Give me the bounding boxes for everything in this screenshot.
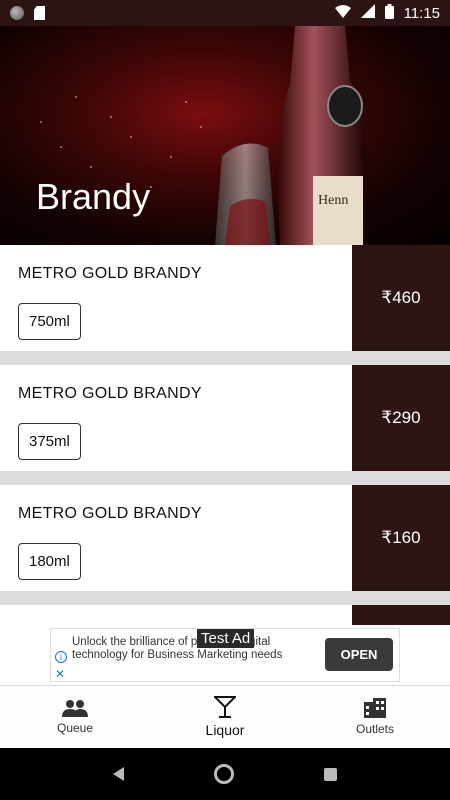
- size-badge: 180ml: [18, 543, 81, 580]
- cocktail-glass-icon: [214, 696, 236, 718]
- svg-text:Henn: Henn: [318, 193, 348, 208]
- category-header: Henn Brandy: [0, 26, 450, 245]
- list-item-partial[interactable]: [0, 605, 450, 625]
- product-name: METRO GOLD BRANDY: [18, 265, 202, 282]
- list-item[interactable]: METRO GOLD BRANDY 375ml ₹290: [0, 365, 450, 471]
- product-name: METRO GOLD BRANDY: [18, 505, 202, 522]
- list-item[interactable]: METRO GOLD BRANDY 750ml ₹460: [0, 245, 450, 351]
- system-navigation-bar: [0, 748, 450, 800]
- notification-icon: [10, 6, 24, 20]
- status-bar: 11:15: [0, 0, 450, 26]
- nav-outlets[interactable]: Outlets: [300, 686, 450, 748]
- back-icon[interactable]: [113, 767, 124, 781]
- price-label: ₹160: [352, 485, 450, 591]
- ad-close-icon[interactable]: ✕: [55, 667, 65, 681]
- nav-outlets-label: Outlets: [355, 722, 394, 736]
- ad-banner-container: i ✕ Unlock the brilliance of proximity d…: [0, 625, 450, 685]
- bottom-navigation: Queue Liquor Outlets: [0, 685, 450, 748]
- ad-info-icon[interactable]: i: [55, 651, 67, 663]
- ad-banner[interactable]: i ✕ Unlock the brilliance of proximity d…: [50, 628, 400, 682]
- nav-liquor[interactable]: Liquor: [150, 686, 300, 748]
- battery-icon: [384, 3, 394, 23]
- sd-card-icon: [34, 6, 45, 20]
- size-badge: 750ml: [18, 303, 81, 340]
- ad-open-button[interactable]: OPEN: [325, 638, 393, 671]
- cell-signal-icon: [360, 4, 375, 22]
- nav-queue[interactable]: Queue: [0, 686, 150, 748]
- nav-queue-label: Queue: [56, 721, 94, 735]
- clock: 11:15: [403, 4, 440, 22]
- size-badge: 375ml: [18, 423, 81, 460]
- home-icon[interactable]: [214, 764, 234, 784]
- price-label: ₹290: [352, 365, 450, 471]
- test-ad-badge: Test Ad: [197, 629, 255, 648]
- people-icon: [62, 700, 88, 717]
- price-label: ₹460: [352, 245, 450, 351]
- recent-apps-icon[interactable]: [324, 767, 337, 781]
- product-name: METRO GOLD BRANDY: [18, 385, 202, 402]
- product-list[interactable]: METRO GOLD BRANDY 750ml ₹460 METRO GOLD …: [0, 245, 450, 625]
- nav-liquor-label: Liquor: [205, 722, 245, 738]
- building-icon: [364, 698, 386, 718]
- list-item[interactable]: METRO GOLD BRANDY 180ml ₹160: [0, 485, 450, 591]
- wifi-icon: [334, 4, 351, 22]
- page-title: Brandy: [36, 176, 151, 217]
